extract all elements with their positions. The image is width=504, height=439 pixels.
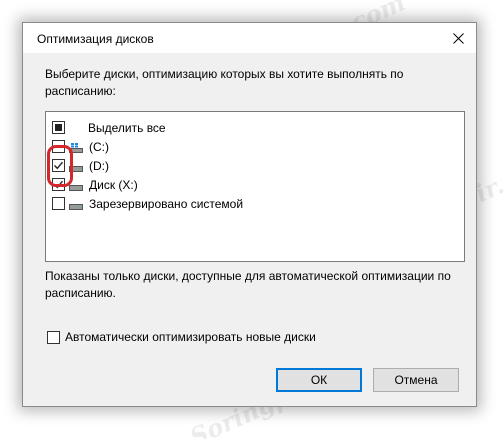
select-all-label: Выделить все: [88, 120, 166, 135]
drive-x-checkbox[interactable]: [52, 178, 65, 191]
checkmark-icon: [54, 161, 64, 170]
checkmark-icon: [54, 180, 64, 189]
close-icon: [452, 32, 464, 44]
system-reserved-label: Зарезервировано системой: [89, 196, 244, 211]
list-item-system-reserved[interactable]: Зарезервировано системой: [52, 194, 243, 213]
drive-c-checkbox[interactable]: [52, 140, 65, 153]
list-item-select-all[interactable]: Выделить все: [52, 118, 166, 137]
drive-icon: [69, 199, 83, 210]
drive-c-label: (C:): [89, 139, 109, 154]
dialog-title: Оптимизация дисков: [37, 32, 154, 46]
optimize-drives-dialog: Оптимизация дисков Выберите диски, оптим…: [22, 22, 477, 407]
drive-d-checkbox[interactable]: [52, 159, 65, 172]
drive-x-label: Диск (X:): [89, 177, 138, 192]
drive-d-label: (D:): [89, 158, 109, 173]
windows-drive-icon: [69, 142, 83, 153]
drive-icon: [69, 180, 83, 191]
auto-optimize-option[interactable]: Автоматически оптимизировать новые диски: [47, 330, 316, 344]
auto-optimize-checkbox[interactable]: [47, 330, 60, 344]
ok-button[interactable]: ОК: [276, 368, 362, 392]
system-reserved-checkbox[interactable]: [52, 197, 65, 210]
drive-icon: [69, 161, 83, 172]
close-button[interactable]: [444, 26, 472, 50]
select-all-checkbox[interactable]: [52, 121, 65, 134]
drive-list: Выделить все (C:) (D:) Диск (X:) Зарезер…: [45, 111, 465, 262]
list-item-drive-c[interactable]: (C:): [52, 137, 109, 156]
cancel-button[interactable]: Отмена: [373, 368, 459, 392]
title-bar: Оптимизация дисков: [23, 23, 476, 53]
prompt-text: Выберите диски, оптимизацию которых вы х…: [45, 67, 404, 98]
list-item-drive-d[interactable]: (D:): [52, 156, 109, 175]
info-note: Показаны только диски, доступные для авт…: [45, 269, 451, 300]
list-item-drive-x[interactable]: Диск (X:): [52, 175, 138, 194]
auto-optimize-label: Автоматически оптимизировать новые диски: [65, 330, 316, 344]
